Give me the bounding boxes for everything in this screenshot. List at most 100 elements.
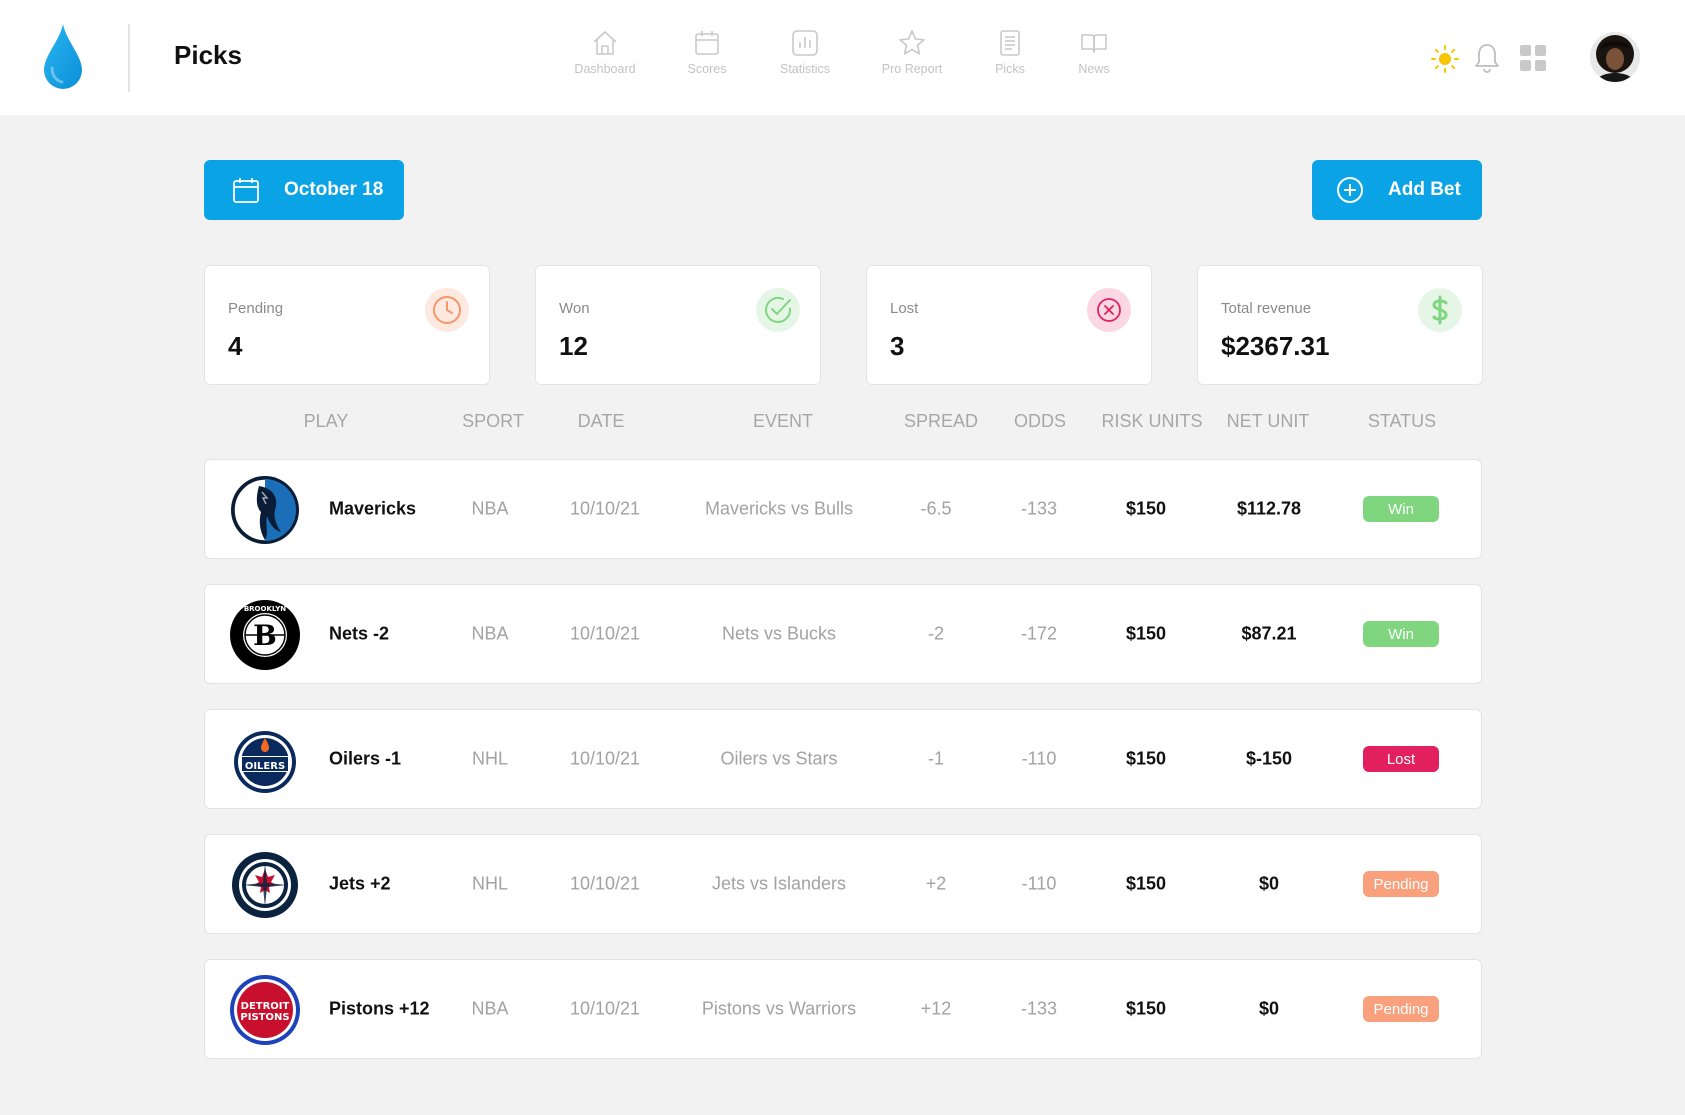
sport-cell: NHL	[471, 748, 509, 769]
document-icon	[1000, 30, 1020, 56]
col-header-play: PLAY	[303, 411, 349, 431]
calendar-icon	[233, 178, 259, 203]
add-bet-button[interactable]: Add Bet	[1312, 160, 1482, 220]
date-cell: 10/10/21	[569, 873, 641, 894]
net-cell: $0	[1258, 873, 1280, 894]
nav-label: News	[1078, 62, 1110, 76]
odds-cell: -110	[1021, 873, 1057, 894]
oilers-logo: OILERS	[234, 731, 296, 793]
table-row[interactable]: Mavericks NBA 10/10/21 Mavericks vs Bull…	[204, 459, 1482, 559]
mavericks-logo	[231, 476, 299, 544]
date-label: October 18	[284, 179, 384, 200]
sport-cell: NBA	[471, 998, 509, 1019]
stat-label: Pending	[228, 300, 284, 317]
spread-cell: -1	[927, 748, 945, 769]
calendar-icon	[695, 31, 719, 55]
event-cell: Jets vs Islanders	[711, 873, 847, 894]
play-name: Jets +2	[329, 873, 391, 894]
net-cell: $87.21	[1241, 623, 1297, 644]
net-cell: $112.78	[1236, 498, 1302, 519]
spread-cell: -2	[927, 623, 945, 644]
header-divider	[128, 24, 130, 92]
odds-cell: -133	[1020, 498, 1058, 519]
stat-value: 12	[559, 331, 588, 361]
col-header-date: DATE	[577, 411, 625, 431]
bell-icon[interactable]	[1472, 42, 1502, 74]
risk-cell: $150	[1125, 623, 1167, 644]
date-cell: 10/10/21	[569, 498, 641, 519]
nav-label: Statistics	[779, 62, 830, 76]
table-row[interactable]: OILERS Oilers -1 NHL 10/10/21 Oilers vs …	[204, 709, 1482, 809]
table-row[interactable]: Jets +2 NHL 10/10/21 Jets vs Islanders +…	[204, 834, 1482, 934]
play-name: Pistons +12	[329, 998, 430, 1019]
svg-text:PISTONS: PISTONS	[240, 1012, 289, 1023]
risk-cell: $150	[1125, 748, 1167, 769]
sun-icon[interactable]	[1430, 44, 1460, 74]
date-cell: 10/10/21	[569, 998, 641, 1019]
col-header-odds: ODDS	[1013, 411, 1067, 431]
odds-cell: -172	[1020, 623, 1058, 644]
top-bar: Picks Dashboard Scores Statistics Pro Re…	[0, 0, 1685, 115]
play-name: Oilers -1	[329, 748, 402, 769]
add-bet-label: Add Bet	[1388, 179, 1461, 200]
svg-text:OILERS: OILERS	[245, 761, 285, 772]
nav-label: Pro Report	[881, 62, 943, 76]
event-cell: Nets vs Bucks	[721, 623, 837, 644]
nav-news[interactable]: News	[1054, 28, 1134, 88]
status-badge: Win	[1363, 621, 1439, 647]
stat-label: Total revenue	[1221, 300, 1312, 317]
svg-text:DETROIT: DETROIT	[241, 1001, 290, 1012]
date-picker-button[interactable]: October 18	[204, 160, 404, 220]
stat-card-won: Won 12	[535, 265, 821, 385]
nav-pro-report[interactable]: Pro Report	[862, 28, 962, 88]
net-cell: $-150	[1245, 748, 1293, 769]
nav-dashboard[interactable]: Dashboard	[560, 28, 650, 88]
home-icon	[593, 31, 617, 55]
spread-cell: -6.5	[920, 498, 952, 519]
col-header-sport: SPORT	[462, 411, 524, 431]
stat-card-revenue: Total revenue $2367.31	[1197, 265, 1483, 385]
nav-scores[interactable]: Scores	[662, 28, 752, 88]
apps-grid-icon[interactable]	[1519, 44, 1547, 72]
col-header-spread: SPREAD	[903, 411, 979, 431]
risk-cell: $150	[1125, 498, 1167, 519]
dollar-icon	[1418, 288, 1462, 332]
col-header-event: EVENT	[752, 411, 814, 431]
event-cell: Pistons vs Warriors	[701, 998, 857, 1019]
play-name: Mavericks	[329, 498, 417, 519]
book-icon	[1081, 34, 1107, 53]
net-cell: $0	[1258, 998, 1280, 1019]
stat-card-lost: Lost 3	[866, 265, 1152, 385]
odds-cell: -110	[1021, 748, 1057, 769]
sport-cell: NBA	[471, 498, 509, 519]
nav-label: Picks	[995, 62, 1025, 76]
nav-picks[interactable]: Picks	[970, 28, 1050, 88]
date-cell: 10/10/21	[569, 748, 641, 769]
stat-label: Won	[559, 300, 590, 317]
table-row[interactable]: DETROIT PISTONS Pistons +12 NBA 10/10/21…	[204, 959, 1482, 1059]
status-badge: Pending	[1363, 871, 1439, 897]
page-title: Picks	[174, 40, 242, 70]
odds-cell: -133	[1020, 998, 1058, 1019]
col-header-risk-units: RISK UNITS	[1101, 411, 1203, 431]
check-circle-icon	[756, 288, 800, 332]
stat-value: 4	[228, 331, 243, 361]
event-cell: Oilers vs Stars	[720, 748, 838, 769]
col-header-net-unit: NET UNIT	[1226, 411, 1310, 431]
risk-cell: $150	[1125, 998, 1167, 1019]
date-cell: 10/10/21	[569, 623, 641, 644]
sport-cell: NHL	[471, 873, 509, 894]
jets-logo	[232, 852, 298, 918]
x-circle-icon	[1087, 288, 1131, 332]
user-avatar[interactable]	[1590, 32, 1640, 82]
svg-text:BROOKLYN: BROOKLYN	[244, 605, 286, 613]
water-drop-logo[interactable]	[42, 22, 84, 92]
stat-card-pending: Pending 4	[204, 265, 490, 385]
risk-cell: $150	[1125, 873, 1167, 894]
plus-circle-icon	[1337, 177, 1363, 203]
nav-label: Dashboard	[574, 62, 636, 76]
spread-cell: +2	[925, 873, 947, 894]
clock-icon	[425, 288, 469, 332]
table-row[interactable]: BROOKLYN B Nets -2 NBA 10/10/21 Nets vs …	[204, 584, 1482, 684]
nav-statistics[interactable]: Statistics	[760, 28, 850, 88]
